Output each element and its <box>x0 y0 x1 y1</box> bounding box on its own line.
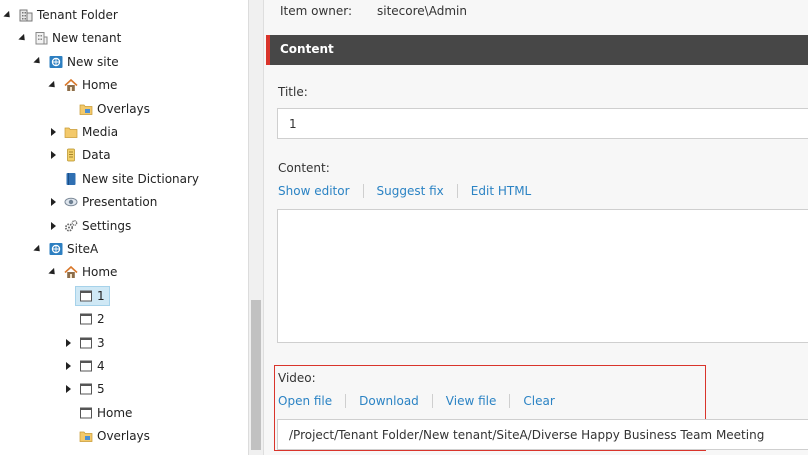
tree-item-label: New tenant <box>52 31 122 46</box>
link-divider <box>431 394 433 408</box>
collapse-arrow-icon[interactable] <box>48 261 58 283</box>
item-owner-value: sitecore\Admin <box>377 4 467 18</box>
page-icon <box>79 382 93 396</box>
content-section-header[interactable]: Content <box>266 35 808 65</box>
tree-item[interactable]: New site Dictionary <box>0 168 248 190</box>
content-editor: Item owner: sitecore\Admin Content Title… <box>263 0 808 455</box>
tree-item[interactable]: Home <box>0 261 248 283</box>
folder-icon <box>79 429 93 443</box>
video-label: Video: <box>278 371 316 385</box>
data-icon <box>64 148 78 162</box>
tenant-icon <box>34 31 48 45</box>
expand-arrow-icon[interactable] <box>63 332 73 354</box>
page-icon <box>79 312 93 326</box>
collapse-arrow-icon[interactable] <box>3 4 13 26</box>
tree-item-label: 4 <box>97 359 105 373</box>
tenant-folder-icon <box>19 8 33 22</box>
show-editor-link[interactable]: Show editor <box>278 184 350 198</box>
tree-item-label: Overlays <box>97 101 150 116</box>
page-icon <box>79 289 93 303</box>
home-icon <box>64 78 78 92</box>
edit-html-link[interactable]: Edit HTML <box>471 184 531 198</box>
tree-item-label: Data <box>82 148 111 163</box>
tree-item[interactable]: Presentation <box>0 191 248 213</box>
dictionary-icon <box>64 172 78 186</box>
tree-item[interactable]: 4 <box>0 355 248 377</box>
presentation-icon <box>64 195 78 209</box>
download-link[interactable]: Download <box>359 394 419 408</box>
tree-item[interactable]: Tenant Folder <box>0 4 248 26</box>
tree-item[interactable]: New tenant <box>0 27 248 49</box>
content-rich-text-area[interactable] <box>277 209 808 343</box>
home-icon <box>64 265 78 279</box>
tree-item-label: SiteA <box>67 242 99 256</box>
tree-item[interactable]: Overlays <box>0 98 248 120</box>
tree-scrollbar[interactable] <box>248 0 263 455</box>
content-tree: Tenant Folder New tenant New site Home Overl… <box>0 0 248 455</box>
tree-item-label: Settings <box>82 218 132 233</box>
link-divider <box>456 184 458 198</box>
page-icon <box>79 406 93 420</box>
collapse-arrow-icon[interactable] <box>33 238 43 260</box>
open-file-link[interactable]: Open file <box>278 394 332 408</box>
tree-item-label: Overlays <box>97 429 150 444</box>
suggest-fix-link[interactable]: Suggest fix <box>377 184 444 198</box>
expand-arrow-icon[interactable] <box>48 121 58 143</box>
tree-item-label: Home <box>82 78 118 93</box>
tree-item-label: Home <box>97 405 133 420</box>
tree-item[interactable]: SiteA <box>0 238 248 260</box>
expand-arrow-icon[interactable] <box>48 215 58 237</box>
tree-item-label: New site <box>67 54 119 69</box>
tree-item[interactable]: 2 <box>0 308 248 330</box>
tree-item-label: 5 <box>97 382 105 397</box>
title-input[interactable]: 1 <box>277 108 808 139</box>
video-path-input[interactable]: /Project/Tenant Folder/New tenant/SiteA/… <box>277 419 808 450</box>
tree-item-label: Media <box>82 125 119 139</box>
tree-item[interactable]: 5 <box>0 378 248 400</box>
collapse-arrow-icon[interactable] <box>48 74 58 96</box>
expand-arrow-icon[interactable] <box>48 191 58 213</box>
tree-item-label: Home <box>82 265 118 280</box>
collapse-arrow-icon[interactable] <box>33 51 43 73</box>
video-path-value: /Project/Tenant Folder/New tenant/SiteA/… <box>289 428 765 442</box>
page-icon <box>79 359 93 373</box>
content-label: Content: <box>278 161 330 175</box>
tree-item-label: 3 <box>97 335 105 350</box>
tree-item[interactable]: Data <box>0 144 248 166</box>
tree-item[interactable]: 3 <box>0 332 248 354</box>
expand-arrow-icon[interactable] <box>63 355 73 377</box>
tree-item[interactable]: Settings <box>0 215 248 237</box>
site-icon <box>49 242 63 256</box>
tree-item-label: 2 <box>97 312 105 327</box>
site-icon <box>49 55 63 69</box>
section-title: Content <box>280 42 334 56</box>
title-label: Title: <box>278 85 308 99</box>
media-folder-icon <box>64 125 78 139</box>
title-value: 1 <box>289 117 297 131</box>
view-file-link[interactable]: View file <box>446 394 497 408</box>
tree-item-label: Presentation <box>82 195 158 210</box>
folder-icon <box>79 102 93 116</box>
tree-item-label: Tenant Folder <box>37 8 118 22</box>
link-divider <box>362 184 364 198</box>
tree-item[interactable]: Home <box>0 402 248 424</box>
tree-scrollbar-thumb[interactable] <box>251 300 261 450</box>
tree-item[interactable]: 1 <box>0 285 248 307</box>
tree-item[interactable]: Media <box>0 121 248 143</box>
link-divider <box>345 394 347 408</box>
page-icon <box>79 336 93 350</box>
video-field-links: Open file Download View file Clear <box>278 394 555 408</box>
collapse-arrow-icon[interactable] <box>18 27 28 49</box>
tree-item[interactable]: New site <box>0 51 248 73</box>
tree-item[interactable]: Overlays <box>0 425 248 447</box>
clear-link[interactable]: Clear <box>523 394 554 408</box>
content-field-links: Show editor Suggest fix Edit HTML <box>278 184 531 198</box>
settings-icon <box>64 219 78 233</box>
item-owner-label: Item owner: <box>280 4 353 18</box>
tree-item[interactable]: Home <box>0 74 248 96</box>
link-divider <box>509 394 511 408</box>
expand-arrow-icon[interactable] <box>48 144 58 166</box>
tree-item-label: New site Dictionary <box>82 171 200 186</box>
expand-arrow-icon[interactable] <box>63 378 73 400</box>
